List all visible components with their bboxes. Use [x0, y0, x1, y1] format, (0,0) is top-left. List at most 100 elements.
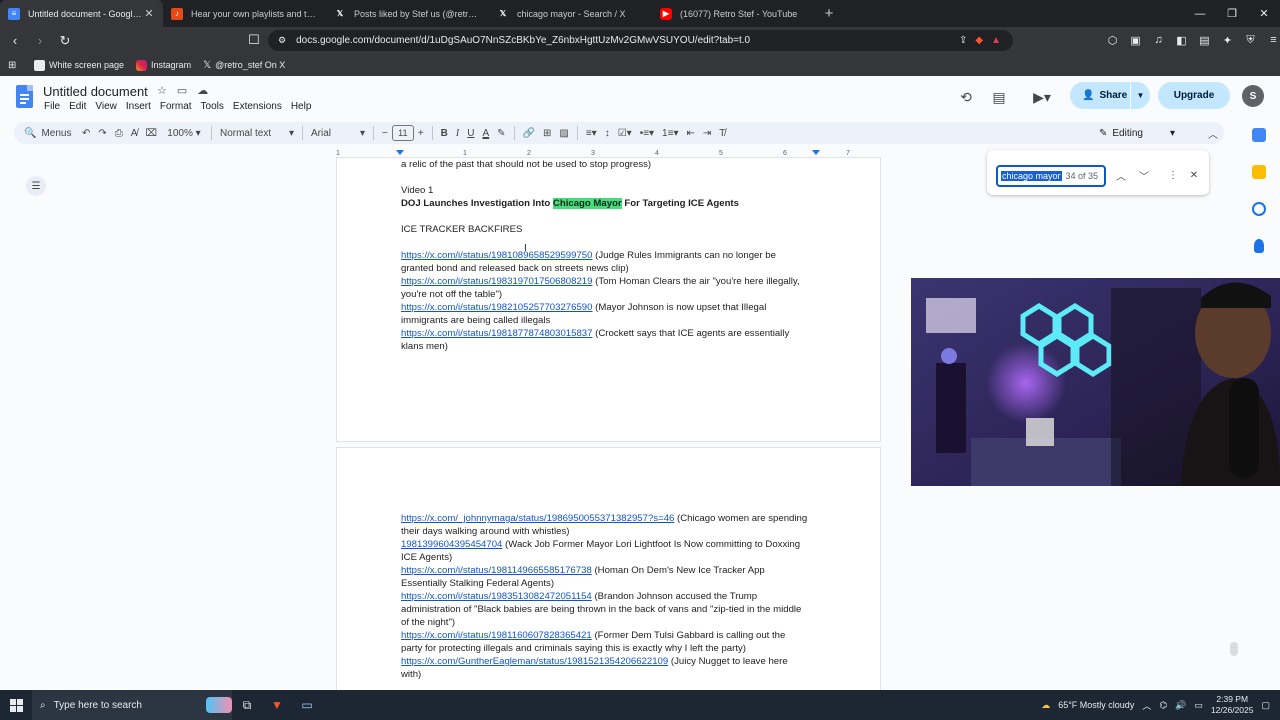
hyperlink[interactable]: https://x.com/i/status/19835130824720511… — [401, 591, 592, 602]
windows-start-icon[interactable] — [0, 690, 32, 720]
increase-font-size-icon[interactable]: + — [414, 122, 428, 144]
tab-x-search[interactable]: 𝕏 chicago mayor - Search / X — [489, 0, 652, 27]
increase-indent-icon[interactable]: ⇥ — [699, 122, 715, 144]
editing-mode-select[interactable]: ✎ Editing ▾ — [1099, 122, 1199, 144]
close-icon[interactable]: ✕ — [143, 7, 155, 20]
chevron-down-icon[interactable]: ▼ — [1130, 82, 1150, 109]
close-window-icon[interactable]: ✕ — [1248, 0, 1280, 27]
brave-browser-icon[interactable]: ▼ — [262, 690, 292, 720]
notifications-icon[interactable]: ▢ — [1261, 700, 1270, 711]
taskbar-search-box[interactable]: ⌕ Type here to search — [32, 690, 232, 720]
avatar[interactable]: S — [1242, 85, 1264, 107]
menu-file[interactable]: File — [44, 101, 60, 112]
contacts-icon[interactable] — [1254, 239, 1264, 253]
bookmark-instagram[interactable]: Instagram — [136, 59, 191, 71]
calendar-icon[interactable] — [1252, 128, 1266, 142]
document-title[interactable]: Untitled document — [43, 84, 148, 99]
brave-rewards-icon[interactable]: ▲ — [991, 35, 1001, 46]
right-indent-marker[interactable] — [812, 150, 820, 155]
tab-google-docs[interactable]: ≡ Untitled document - Google Docs ✕ — [0, 0, 163, 27]
add-comment-icon[interactable]: ⊞ — [539, 122, 555, 144]
scrollbar-thumb[interactable] — [1230, 642, 1238, 656]
media-icon[interactable]: ♫ — [1150, 30, 1167, 50]
forward-icon[interactable]: › — [30, 31, 50, 51]
network-icon[interactable]: ⌬ — [1159, 700, 1167, 711]
minimize-icon[interactable]: — — [1184, 0, 1216, 27]
numbered-list-icon[interactable]: 1≡▾ — [658, 122, 682, 144]
bookmark-retro-stef-x[interactable]: 𝕏 @retro_stef On X — [203, 60, 285, 71]
menu-tools[interactable]: Tools — [201, 101, 224, 112]
document-outline-icon[interactable]: ☰ — [26, 176, 46, 196]
menu-help[interactable]: Help — [291, 101, 312, 112]
next-match-icon[interactable]: ﹀ — [1136, 167, 1152, 183]
hyperlink[interactable]: https://x.com/i/status/19821052577032765… — [401, 302, 592, 313]
bold-icon[interactable]: B — [437, 122, 452, 144]
hyperlink[interactable]: 1981399604395454704 — [401, 539, 502, 550]
chevron-up-icon[interactable]: ︿ — [1142, 699, 1151, 712]
hyperlink[interactable]: https://x.com/i/status/19811606078283654… — [401, 630, 592, 641]
insert-image-icon[interactable]: ▨ — [555, 122, 572, 144]
highlight-color-icon[interactable]: ✎ — [493, 122, 509, 144]
bookmark-icon[interactable]: ☐ — [244, 30, 264, 50]
keep-icon[interactable] — [1252, 165, 1266, 179]
wallet-icon[interactable]: ▤ — [1196, 30, 1213, 50]
font-size-input[interactable]: 11 — [391, 125, 414, 141]
hyperlink[interactable]: https://x.com/i/status/19811496655851767… — [401, 565, 592, 576]
meet-icon[interactable]: ▶▾ — [1028, 88, 1056, 106]
undo-icon[interactable]: ↶ — [78, 122, 94, 144]
clock[interactable]: 2:39 PM 12/26/2025 — [1211, 694, 1254, 716]
paint-format-icon[interactable]: ⌧ — [141, 122, 161, 144]
display-icon[interactable]: ▭ — [1194, 700, 1203, 711]
hyperlink[interactable]: https://x.com/i/status/19818778748030158… — [401, 328, 592, 339]
tab-x-liked-posts[interactable]: 𝕏 Posts liked by Stef us (@retro_stef) /… — [326, 0, 489, 27]
back-icon[interactable]: ‹ — [5, 31, 25, 51]
checklist-icon[interactable]: ☑▾ — [614, 122, 636, 144]
share-button[interactable]: 👤 Share ▼ — [1070, 82, 1150, 109]
document-page[interactable]: https://x.com/_johnnymaga/status/1986950… — [336, 447, 881, 707]
hyperlink[interactable]: https://x.com/i/status/19831970175068082… — [401, 276, 592, 287]
apps-grid-icon[interactable]: ⊞ — [8, 60, 22, 71]
app-window-icon[interactable]: ▭ — [292, 690, 322, 720]
bookmark-white-screen[interactable]: White screen page — [34, 59, 124, 71]
screenshot-icon[interactable]: ▣ — [1127, 30, 1144, 50]
hyperlink[interactable]: https://x.com/i/status/19810896585295997… — [401, 250, 592, 261]
menu-icon[interactable]: ≡ — [1265, 30, 1280, 50]
more-options-icon[interactable]: ⋮ — [1165, 167, 1181, 183]
line-spacing-icon[interactable]: ↕ — [601, 122, 614, 144]
print-icon[interactable]: ⎙ — [111, 122, 127, 144]
cloud-status-icon[interactable]: ☁ — [197, 84, 208, 97]
close-icon[interactable]: ✕ — [1186, 167, 1202, 183]
align-icon[interactable]: ≡▾ — [582, 122, 601, 144]
hyperlink[interactable]: https://x.com/GuntherEagleman/status/198… — [401, 656, 668, 667]
leo-ai-icon[interactable]: ✦ — [1219, 30, 1236, 50]
search-menus-button[interactable]: 🔍 Menus — [14, 122, 78, 144]
weather-text[interactable]: 65°F Mostly cloudy — [1058, 700, 1134, 710]
decrease-font-size-icon[interactable]: − — [378, 122, 392, 144]
insert-link-icon[interactable]: 🔗 — [519, 122, 539, 144]
new-tab-button[interactable]: + — [815, 0, 843, 27]
tab-youtube[interactable]: ▶ (16077) Retro Stef - YouTube — [652, 0, 815, 27]
star-icon[interactable]: ☆ — [157, 84, 167, 97]
tasks-icon[interactable] — [1252, 202, 1266, 216]
menu-format[interactable]: Format — [160, 101, 192, 112]
tab-playlists[interactable]: ♪ Hear your own playlists and the play..… — [163, 0, 326, 27]
share-page-icon[interactable]: ⇪ — [959, 35, 967, 46]
zoom-select[interactable]: 100% ▾ — [161, 122, 207, 144]
docs-logo-icon[interactable] — [16, 85, 33, 108]
volume-icon[interactable]: 🔊 — [1175, 700, 1186, 711]
italic-icon[interactable]: I — [452, 122, 463, 144]
menu-extensions[interactable]: Extensions — [233, 101, 282, 112]
collapse-toolbar-icon[interactable]: ︿ — [1204, 122, 1222, 144]
hyperlink[interactable]: https://x.com/_johnnymaga/status/1986950… — [401, 513, 674, 524]
find-input[interactable]: chicago mayor 34 of 35 — [996, 165, 1106, 187]
brave-shield-icon[interactable]: ◆ — [975, 35, 983, 46]
decrease-indent-icon[interactable]: ⇤ — [682, 122, 698, 144]
task-view-icon[interactable]: ⧉ — [232, 690, 262, 720]
menu-view[interactable]: View — [95, 101, 117, 112]
text-color-icon[interactable]: A — [478, 122, 493, 144]
restore-icon[interactable]: ❐ — [1216, 0, 1248, 27]
clear-formatting-icon[interactable]: T̸ — [715, 122, 729, 144]
bulleted-list-icon[interactable]: •≡▾ — [636, 122, 658, 144]
version-history-icon[interactable]: ⟲ — [957, 88, 975, 106]
style-select[interactable]: Normal text ▾ — [216, 122, 298, 144]
